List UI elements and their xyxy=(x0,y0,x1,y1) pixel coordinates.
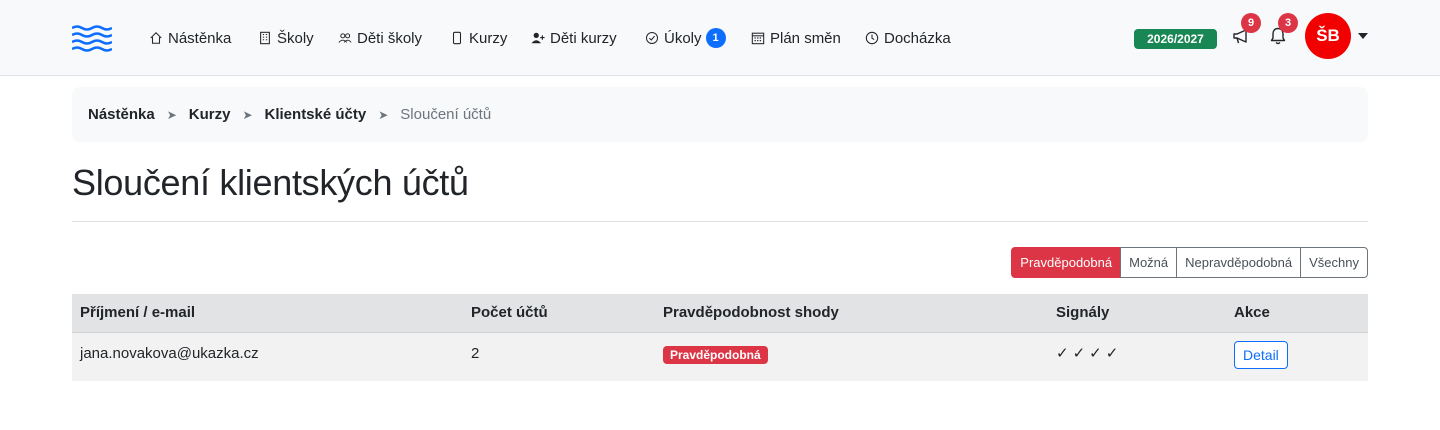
top-navbar: Nástěnka Školy Děti školy Kurzy Děti kur… xyxy=(0,0,1440,76)
nav-item-label: Plán směn xyxy=(770,29,841,47)
check-circle-icon xyxy=(646,32,658,44)
phone-icon xyxy=(452,31,462,45)
breadcrumb-link-kurzy[interactable]: Kurzy xyxy=(189,106,231,123)
breadcrumb-link-klientske-ucty[interactable]: Klientské účty xyxy=(265,106,367,123)
breadcrumb-separator-icon: ➤ xyxy=(242,107,253,122)
breadcrumb-separator-icon: ➤ xyxy=(166,107,177,122)
chevron-down-icon[interactable] xyxy=(1358,33,1368,39)
cell-identifier: jana.novakova@ukazka.cz xyxy=(80,345,259,362)
clock-icon xyxy=(865,31,879,45)
nav-item-label: Školy xyxy=(277,29,314,47)
announcements-count-badge: 9 xyxy=(1241,13,1261,33)
cell-actions: Detail xyxy=(1226,333,1368,381)
nav-item-nastenka[interactable]: Nástěnka xyxy=(149,27,231,49)
cell-signals: ✓✓✓✓ xyxy=(1056,345,1123,362)
nav-item-dochazka[interactable]: Docházka xyxy=(865,27,951,49)
home-icon xyxy=(150,32,162,44)
table-header-row: Příjmení / e-mail Počet účtů Pravděpodob… xyxy=(72,294,1368,333)
probability-badge: Pravděpodobná xyxy=(663,346,768,364)
filter-mozna-button[interactable]: Možná xyxy=(1120,247,1178,278)
page-title: Sloučení klientských účtů xyxy=(72,162,469,203)
nav-item-label: Děti školy xyxy=(357,29,423,47)
nav-item-deti-skoly[interactable]: Děti školy xyxy=(338,27,422,49)
building-icon xyxy=(260,31,270,45)
breadcrumb: Nástěnka ➤ Kurzy ➤ Klientské účty ➤ Slou… xyxy=(72,87,1368,142)
announcements-button[interactable]: 9 xyxy=(1231,13,1261,50)
notifications-count-badge: 3 xyxy=(1278,13,1298,33)
filter-nepravdepodobna-button[interactable]: Nepravděpodobná xyxy=(1176,247,1302,278)
merge-accounts-table: Příjmení / e-mail Počet účtů Pravděpodob… xyxy=(72,294,1368,381)
nav-item-kurzy[interactable]: Kurzy xyxy=(450,27,507,49)
waves-logo-icon[interactable] xyxy=(72,25,112,53)
people-icon xyxy=(338,33,352,43)
nav-item-label: Děti kurzy xyxy=(550,29,617,47)
nav-item-label: Docházka xyxy=(884,29,951,47)
breadcrumb-current: Sloučení účtů xyxy=(400,106,492,123)
column-header-signals: Signály xyxy=(1056,304,1110,321)
breadcrumb-separator-icon: ➤ xyxy=(378,107,389,122)
nav-item-skoly[interactable]: Školy xyxy=(258,27,314,49)
probability-filter-group: Pravděpodobná Možná Nepravděpodobná Všec… xyxy=(1011,247,1368,278)
school-year-badge[interactable]: 2026/2027 xyxy=(1134,29,1217,49)
nav-item-label: Úkoly xyxy=(664,29,702,47)
tasks-count-badge: 1 xyxy=(705,28,726,48)
table-row: jana.novakova@ukazka.cz 2 Pravděpodobná … xyxy=(72,333,1368,381)
column-header-actions: Akce xyxy=(1234,304,1270,321)
nav-item-plan-smen[interactable]: Plán směn xyxy=(751,27,841,49)
column-header-account-count: Počet účtů xyxy=(471,304,548,321)
person-add-icon xyxy=(531,32,545,44)
title-divider xyxy=(72,221,1368,222)
user-avatar[interactable]: ŠB xyxy=(1305,13,1351,59)
column-header-surname-email: Příjmení / e-mail xyxy=(80,304,196,321)
calendar-icon xyxy=(751,32,765,45)
detail-button[interactable]: Detail xyxy=(1234,341,1288,369)
filter-pravdepodobna-button[interactable]: Pravděpodobná xyxy=(1011,247,1122,278)
filter-vsechny-button[interactable]: Všechny xyxy=(1300,247,1368,278)
cell-account-count: 2 xyxy=(471,345,480,362)
nav-item-deti-kurzy[interactable]: Děti kurzy xyxy=(531,27,617,49)
nav-item-label: Nástěnka xyxy=(168,29,232,47)
cell-probability: Pravděpodobná xyxy=(655,333,1048,381)
notifications-button[interactable]: 3 xyxy=(1268,13,1298,50)
nav-item-ukoly[interactable]: Úkoly 1 xyxy=(645,27,726,49)
nav-item-label: Kurzy xyxy=(469,29,508,47)
column-header-match-probability: Pravděpodobnost shody xyxy=(663,304,839,321)
breadcrumb-link-nastenka[interactable]: Nástěnka xyxy=(88,106,155,123)
